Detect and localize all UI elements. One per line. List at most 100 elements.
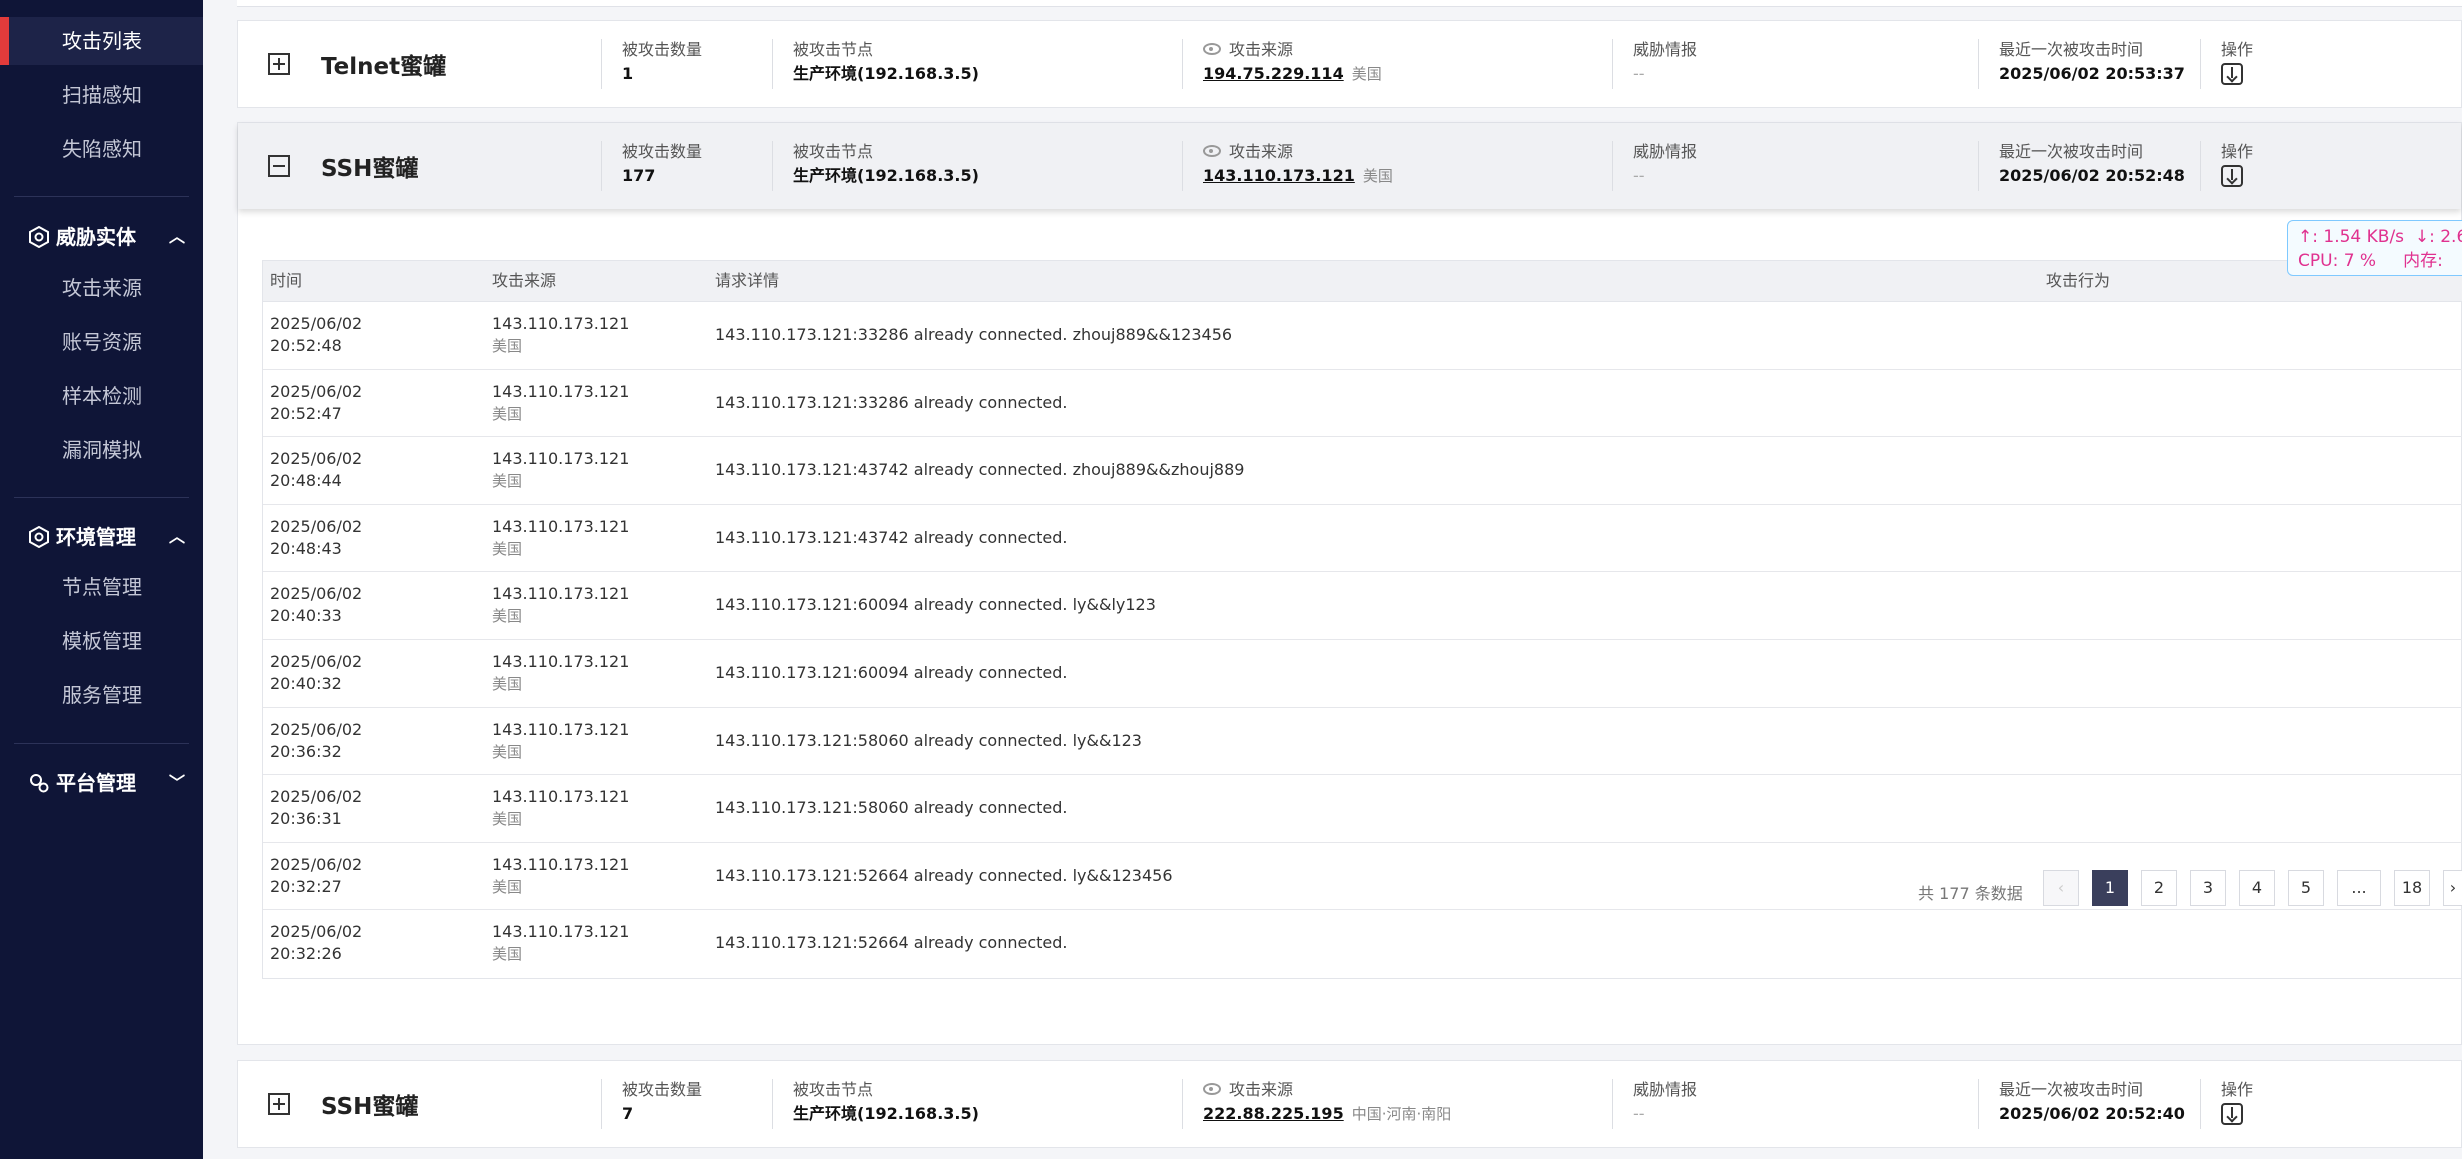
collapse-icon[interactable] — [268, 155, 290, 177]
sidebar-item-sample-detection[interactable]: 样本检测 — [0, 372, 203, 420]
eye-icon — [1203, 43, 1221, 55]
prev-page-button[interactable]: ‹ — [2043, 870, 2079, 906]
attacked-node-label: 被攻击节点 — [793, 40, 874, 59]
upload-speed: ↑: 1.54 KB/s — [2298, 227, 2405, 247]
table-row: 2025/06/02 20:52:48 143.110.173.121 美国 143… — [263, 302, 2462, 370]
card-header[interactable]: SSH蜜罐 被攻击数量 7 被攻击节点 生产环境(192.168.3.5) 攻击… — [238, 1061, 2461, 1147]
sidebar-item-attack-source[interactable]: 攻击来源 — [0, 264, 203, 312]
row-location: 美国 — [492, 539, 523, 558]
row-detail: 143.110.173.121:58060 already connected. — [715, 798, 1068, 818]
next-page-button[interactable]: › — [2443, 870, 2462, 906]
row-ip: 143.110.173.121 — [492, 651, 630, 671]
last-attack-label: 最近一次被攻击时间 — [1999, 142, 2144, 161]
attack-count-col: 被攻击数量 7 — [601, 1079, 702, 1129]
row-detail: 143.110.173.121:43742 already connected.… — [715, 460, 1245, 480]
row-date: 2025/06/02 — [270, 314, 363, 333]
environment-icon — [29, 525, 49, 548]
honeypot-title: Telnet蜜罐 — [321, 54, 447, 80]
download-speed: ↓: 2.68 — [2414, 227, 2462, 247]
download-icon[interactable] — [2221, 165, 2243, 187]
row-detail: 143.110.173.121:60094 already connected. — [715, 662, 1068, 682]
expand-icon[interactable] — [268, 1093, 290, 1115]
attack-source-ip-link[interactable]: 143.110.173.121 — [1203, 166, 1355, 185]
row-ip: 143.110.173.121 — [492, 516, 630, 536]
operation-col: 操作 — [2200, 39, 2253, 89]
page-button[interactable]: 5 — [2288, 870, 2324, 906]
network-monitor-widget[interactable]: ↑: 1.54 KB/s ↓: 2.68 CPU: 7 % 内存: — [2287, 220, 2462, 276]
last-attack-label: 最近一次被攻击时间 — [1999, 1080, 2144, 1099]
page-button[interactable]: 4 — [2239, 870, 2275, 906]
pagination-total: 共 177 条数据 — [1918, 884, 2023, 903]
row-ip: 143.110.173.121 — [492, 787, 630, 807]
last-attack-value: 2025/06/02 20:52:48 — [1999, 166, 2185, 185]
last-attack-col: 最近一次被攻击时间 2025/06/02 20:52:48 — [1978, 141, 2185, 191]
page-button[interactable]: 18 — [2394, 870, 2430, 906]
honeypot-title: SSH蜜罐 — [321, 1094, 419, 1120]
sidebar-group-platform[interactable]: 平台管理 ﹀ — [0, 763, 203, 803]
sidebar-item-template-management[interactable]: 模板管理 — [0, 617, 203, 665]
row-location: 美国 — [492, 674, 523, 693]
page-button[interactable]: 3 — [2190, 870, 2226, 906]
chevron-up-icon: ︿ — [168, 227, 185, 246]
eye-icon — [1203, 145, 1221, 157]
sidebar-item-compromise-awareness[interactable]: 失陷感知 — [0, 125, 203, 173]
header-source: 攻击来源 — [492, 271, 557, 290]
download-icon[interactable] — [2221, 63, 2243, 85]
row-location: 美国 — [492, 607, 523, 626]
row-ip: 143.110.173.121 — [492, 381, 630, 401]
honeypot-card: SSH蜜罐 被攻击数量 7 被攻击节点 生产环境(192.168.3.5) 攻击… — [237, 1060, 2462, 1148]
honeypot-title: SSH蜜罐 — [321, 156, 419, 182]
row-date: 2025/06/02 — [270, 449, 363, 469]
sidebar-item-vuln-simulation[interactable]: 漏洞模拟 — [0, 426, 203, 474]
row-time: 20:48:43 — [270, 538, 342, 558]
sidebar-item-scan-awareness[interactable]: 扫描感知 — [0, 71, 203, 119]
sidebar-item-service-management[interactable]: 服务管理 — [0, 671, 203, 719]
row-location: 美国 — [492, 472, 523, 491]
sidebar-divider — [14, 497, 189, 498]
sidebar-group-threat-entity[interactable]: 威胁实体 ︿ — [0, 217, 203, 257]
attack-source-ip-link[interactable]: 194.75.229.114 — [1203, 64, 1344, 83]
sidebar-group-label: 平台管理 — [56, 771, 136, 795]
attack-source-col: 攻击来源 194.75.229.114 美国 — [1182, 39, 1382, 89]
header-behavior: 攻击行为 — [2046, 271, 2111, 290]
honeypot-card: Telnet蜜罐 被攻击数量 1 被攻击节点 生产环境(192.168.3.5)… — [237, 20, 2462, 108]
row-date: 2025/06/02 — [270, 584, 363, 604]
row-date: 2025/06/02 — [270, 381, 363, 401]
last-attack-label: 最近一次被攻击时间 — [1999, 40, 2144, 59]
threat-intel-value: -- — [1633, 1104, 1645, 1123]
card-header[interactable]: Telnet蜜罐 被攻击数量 1 被攻击节点 生产环境(192.168.3.5)… — [238, 21, 2461, 107]
attack-source-col: 攻击来源 143.110.173.121 美国 — [1182, 141, 1393, 191]
row-ip: 143.110.173.121 — [492, 449, 630, 469]
table-header: 时间 攻击来源 请求详情 攻击行为 — [263, 261, 2462, 302]
attack-source-label: 攻击来源 — [1229, 40, 1294, 59]
sidebar-divider — [14, 196, 189, 197]
threat-intel-label: 威胁情报 — [1633, 40, 1698, 59]
row-time: 20:32:26 — [270, 944, 342, 964]
row-detail: 143.110.173.121:60094 already connected.… — [715, 595, 1156, 615]
download-icon[interactable] — [2221, 1103, 2243, 1125]
last-attack-value: 2025/06/02 20:53:37 — [1999, 64, 2185, 83]
page-button[interactable]: 1 — [2092, 870, 2128, 906]
page-button[interactable]: 2 — [2141, 870, 2177, 906]
attack-count-value: 177 — [622, 166, 656, 185]
header-detail: 请求详情 — [715, 271, 780, 290]
attack-source-location: 中国·河南·南阳 — [1351, 1105, 1452, 1123]
row-date: 2025/06/02 — [270, 787, 363, 807]
row-location: 美国 — [492, 337, 523, 355]
sidebar-item-attack-list[interactable]: 攻击列表 — [0, 17, 203, 65]
attack-source-label: 攻击来源 — [1229, 142, 1294, 161]
table-row: 2025/06/02 20:36:32 143.110.173.121 美国 143… — [263, 708, 2462, 776]
attack-count-label: 被攻击数量 — [622, 40, 703, 59]
page-ellipsis-button[interactable]: ... — [2337, 870, 2381, 906]
attacked-node-col: 被攻击节点 生产环境(192.168.3.5) — [772, 39, 979, 89]
chevron-up-icon: ︿ — [168, 527, 185, 546]
table-row: 2025/06/02 20:36:31 143.110.173.121 美国 143… — [263, 775, 2462, 843]
row-time: 20:40:32 — [270, 673, 342, 693]
sidebar-group-environment[interactable]: 环境管理 ︿ — [0, 517, 203, 557]
sidebar-item-node-management[interactable]: 节点管理 — [0, 563, 203, 611]
expand-icon[interactable] — [268, 53, 290, 75]
attack-source-ip-link[interactable]: 222.88.225.195 — [1203, 1104, 1344, 1123]
card-header[interactable]: SSH蜜罐 被攻击数量 177 被攻击节点 生产环境(192.168.3.5) … — [238, 123, 2461, 209]
attacked-node-label: 被攻击节点 — [793, 1080, 874, 1099]
sidebar-item-account-resources[interactable]: 账号资源 — [0, 318, 203, 366]
